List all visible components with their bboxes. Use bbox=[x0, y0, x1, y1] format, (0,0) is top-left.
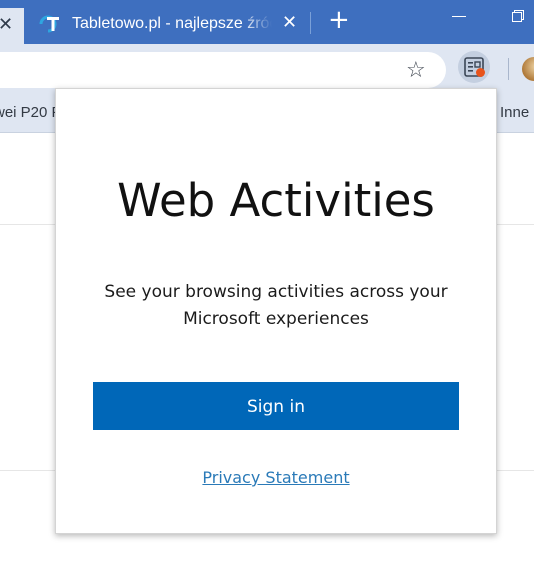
restore-window-icon[interactable] bbox=[512, 10, 524, 22]
tab-tabletowo[interactable]: Tabletowo.pl - najlepsze źródło ✕ bbox=[26, 6, 308, 44]
popup-title: Web Activities bbox=[117, 174, 435, 227]
address-bar[interactable]: ☆ bbox=[0, 52, 446, 88]
web-activities-popup: Web Activities See your browsing activit… bbox=[55, 88, 497, 534]
tab-close-icon[interactable]: ✕ bbox=[282, 12, 297, 33]
toolbar-separator bbox=[508, 58, 509, 80]
tabletowo-logo-icon bbox=[39, 15, 59, 33]
tab-title: Tabletowo.pl - najlepsze źródło bbox=[72, 15, 272, 32]
tab-strip: ✕ Tabletowo.pl - najlepsze źródło ✕ + bbox=[0, 0, 534, 44]
privacy-statement-link[interactable]: Privacy Statement bbox=[56, 468, 496, 487]
notification-badge bbox=[476, 68, 485, 77]
profile-avatar[interactable] bbox=[522, 57, 534, 81]
minimize-icon[interactable] bbox=[452, 16, 466, 17]
bookmark-other-folder[interactable]: Inne bbox=[500, 104, 529, 121]
new-tab-button[interactable]: + bbox=[328, 6, 350, 34]
bookmark-star-icon[interactable]: ☆ bbox=[406, 58, 426, 83]
tab-separator bbox=[310, 12, 311, 34]
tab-close-icon[interactable]: ✕ bbox=[0, 14, 13, 35]
tab-previous[interactable]: ✕ bbox=[0, 8, 24, 44]
bookmark-item[interactable]: wei P20 P bbox=[0, 104, 62, 121]
web-activities-extension-button[interactable] bbox=[458, 51, 490, 83]
popup-description: See your browsing activities across your… bbox=[104, 282, 448, 329]
toolbar: ☆ bbox=[0, 44, 534, 94]
sign-in-button[interactable]: Sign in bbox=[93, 382, 459, 430]
